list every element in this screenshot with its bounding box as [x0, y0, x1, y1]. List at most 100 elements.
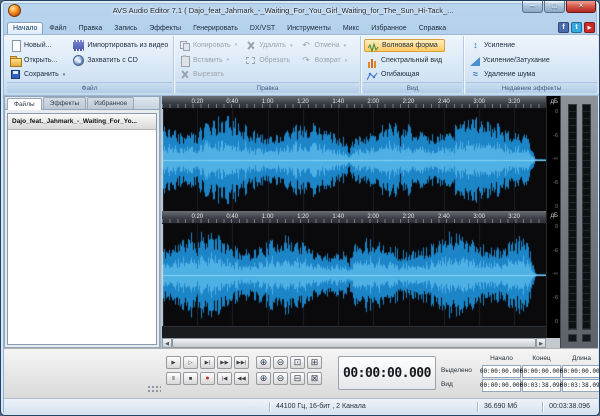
go-to-start-button[interactable]: |◀: [217, 372, 232, 385]
tab-generate[interactable]: Генерировать: [187, 22, 244, 34]
resize-grip[interactable]: [147, 385, 161, 394]
tab-home[interactable]: Начало: [7, 22, 44, 34]
close-button[interactable]: ×: [566, 1, 596, 13]
vertical-zoom-out-button[interactable]: ⊖: [273, 372, 288, 385]
ruler-time-label: 1:00: [261, 214, 274, 220]
dropdown-arrow-icon[interactable]: ▾: [63, 72, 66, 78]
scroll-right-button[interactable]: ▶: [536, 338, 546, 348]
tab-dxvst[interactable]: DX/VST: [244, 22, 281, 34]
fade-effect-button[interactable]: Усиление/Затухание: [467, 54, 553, 67]
fast-forward-button[interactable]: ▶▶: [217, 356, 232, 369]
tab-edit[interactable]: Правка: [73, 22, 109, 34]
info-header-end: Конец: [532, 355, 551, 362]
sidebar-tab-favorites[interactable]: Избранное: [87, 97, 135, 109]
sidebar-tab-effects[interactable]: Эффекты: [42, 97, 87, 109]
file-list-item[interactable]: Dajo_feat._Jahmark_-_Waiting_For_Yo...: [8, 114, 156, 130]
playback-buttons-top: ▶ ▷ ▶| ▶▶ ▶▶|: [166, 356, 249, 369]
waveform-view-button[interactable]: Волновая форма: [364, 39, 446, 53]
undo-button[interactable]: ↶ Отмена ▾: [298, 38, 349, 53]
ruler-time-label: 3:20: [508, 214, 520, 220]
paste-button[interactable]: Вставить ▾: [177, 53, 239, 68]
trim-button[interactable]: Обрезать: [243, 53, 294, 68]
waveform-channel-right[interactable]: [162, 224, 546, 326]
import-from-video-button[interactable]: Импортировать из видео: [71, 38, 170, 53]
pause-button[interactable]: Ⅱ: [166, 372, 181, 385]
ribbon-group-view: Волновая форма Спектральный вид Огибающа…: [362, 36, 464, 94]
record-button[interactable]: ●: [200, 372, 215, 385]
dropdown-arrow-icon[interactable]: ▾: [345, 58, 348, 64]
capture-from-cd-button[interactable]: Захватить с CD: [71, 53, 170, 68]
dropdown-arrow-icon[interactable]: ▾: [344, 43, 347, 49]
selection-info-panel: Начало Конец Длина Выделено 00:00:00.000…: [441, 354, 599, 392]
minimize-button[interactable]: –: [522, 1, 543, 13]
amplify-effect-button[interactable]: ↕ Усиление: [467, 39, 553, 52]
horizontal-scrollbar[interactable]: ◀ ▶: [162, 338, 546, 348]
duration-status: 00:03:38.096: [549, 403, 590, 410]
twitter-icon[interactable]: t: [571, 22, 582, 33]
sidebar-tab-files[interactable]: Файлы: [7, 98, 42, 110]
waveform-channel-left[interactable]: [162, 109, 546, 211]
tab-mix[interactable]: Микс: [337, 22, 365, 34]
envelope-view-button[interactable]: Огибающая: [364, 69, 445, 82]
dropdown-arrow-icon[interactable]: ▾: [290, 43, 293, 49]
save-button[interactable]: Сохранить ▾: [8, 67, 67, 82]
zoom-buttons-top: ⊕ ⊖ ⊡ ⊞: [256, 356, 322, 369]
view-start-value[interactable]: 00:00:00.000: [480, 379, 523, 392]
timeline-ruler-top[interactable]: 0:20 0:40 1:00 1:20 1:40 2:00 2:20 2:40 3:00 3:20: [162, 96, 546, 109]
play-button[interactable]: ▶: [166, 356, 181, 369]
selection-length-value[interactable]: 00:00:00.000: [560, 365, 599, 378]
go-to-end-button[interactable]: ▶▶|: [234, 356, 249, 369]
stop-button[interactable]: ■: [183, 372, 198, 385]
window-controls: – □ ×: [521, 1, 596, 13]
cut-button[interactable]: Вырезать: [177, 67, 239, 82]
new-file-icon: [10, 39, 21, 52]
group-caption-recent-effects: Недавние эффекты: [466, 82, 597, 93]
scroll-left-button[interactable]: ◀: [162, 338, 172, 348]
view-length-value[interactable]: 00:03:38.096: [560, 379, 599, 392]
tab-record[interactable]: Запись: [108, 22, 143, 34]
info-row-label-view: Вид: [441, 381, 453, 388]
noise-removal-button[interactable]: ≈ Удаление шума: [467, 68, 553, 81]
tab-file[interactable]: Файл: [43, 22, 72, 34]
play-file-button[interactable]: ▷: [183, 356, 198, 369]
open-button[interactable]: Открыть...: [8, 53, 67, 68]
youtube-icon[interactable]: ▶: [584, 22, 595, 33]
zoom-full-button[interactable]: ⊞: [307, 356, 322, 369]
maximize-button[interactable]: □: [544, 1, 565, 13]
tab-help[interactable]: Справка: [413, 22, 452, 34]
zoom-in-button[interactable]: ⊕: [256, 356, 271, 369]
info-header-start: Начало: [490, 355, 513, 362]
file-list[interactable]: Dajo_feat._Jahmark_-_Waiting_For_Yo...: [7, 113, 157, 345]
vertical-zoom-full-button[interactable]: ⊠: [307, 372, 322, 385]
db-scale-value: -6: [553, 294, 558, 301]
dropdown-arrow-icon[interactable]: ▾: [227, 57, 230, 63]
rewind-button[interactable]: ◀◀: [234, 372, 249, 385]
db-scale-value: -∞: [552, 271, 558, 278]
spectrum-icon: [367, 55, 378, 68]
facebook-icon[interactable]: f: [558, 22, 569, 33]
titlebar[interactable]: AVS Audio Editor 7.1 ( Dajo_feat_Jahmark…: [1, 1, 599, 20]
spectral-view-button[interactable]: Спектральный вид: [364, 54, 445, 68]
dropdown-arrow-icon[interactable]: ▾: [235, 42, 238, 48]
view-end-value[interactable]: 00:03:38.096: [520, 379, 563, 392]
save-icon: [10, 69, 21, 80]
play-to-end-button[interactable]: ▶|: [200, 356, 215, 369]
ruler-time-label: 2:40: [438, 99, 450, 105]
scrollbar-thumb[interactable]: [172, 338, 536, 348]
new-button[interactable]: Новый...: [8, 38, 67, 53]
tab-favorites[interactable]: Избранное: [365, 22, 412, 34]
copy-button[interactable]: Копировать ▾: [177, 38, 239, 53]
waveform-icon: [367, 40, 379, 53]
selection-start-value[interactable]: 00:00:00.000: [480, 365, 523, 378]
tab-effects[interactable]: Эффекты: [143, 22, 187, 34]
trim-icon: [245, 55, 256, 66]
delete-button[interactable]: Удалить ▾: [243, 38, 294, 53]
zoom-out-button[interactable]: ⊖: [273, 356, 288, 369]
vertical-zoom-default-button[interactable]: ⊟: [290, 372, 305, 385]
selection-end-value[interactable]: 00:00:00.000: [520, 365, 563, 378]
zoom-selection-button[interactable]: ⊡: [290, 356, 305, 369]
redo-button[interactable]: ↷ Возврат ▾: [298, 53, 349, 68]
timeline-ruler-bottom[interactable]: 0:20 0:40 1:00 1:20 1:40 2:00 2:20 2:40 3:00 3:20: [162, 211, 546, 224]
tab-tools[interactable]: Инструменты: [281, 22, 337, 34]
vertical-zoom-in-button[interactable]: ⊕: [256, 372, 271, 385]
